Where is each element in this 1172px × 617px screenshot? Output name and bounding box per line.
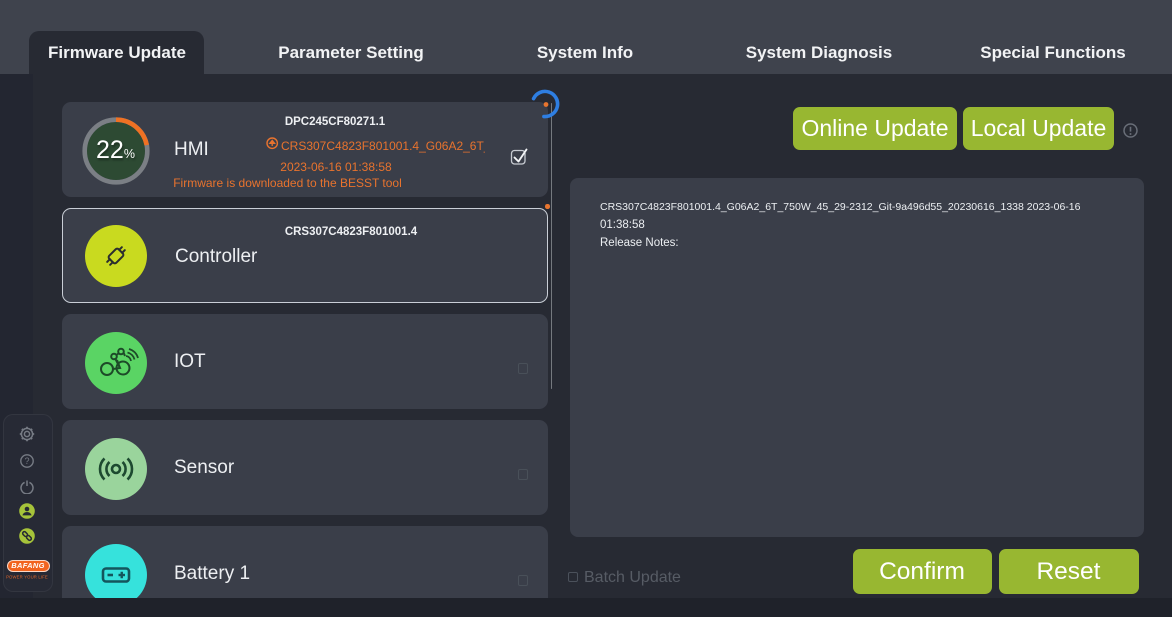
svg-text:?: ? bbox=[24, 456, 29, 466]
